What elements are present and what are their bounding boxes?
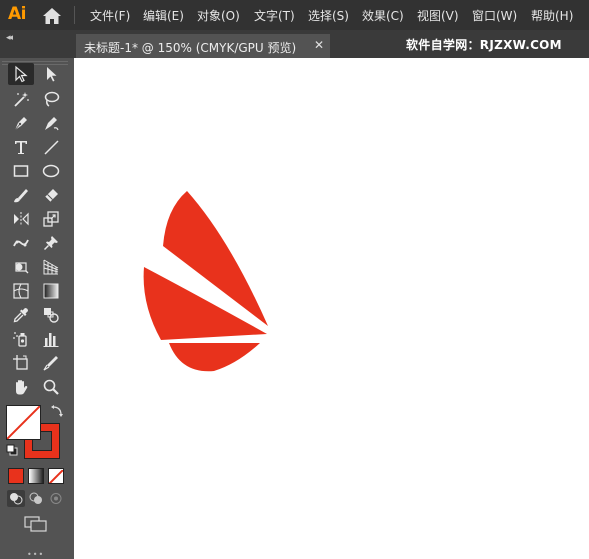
draw-inside-button[interactable] <box>47 490 65 507</box>
artboard-tool-icon[interactable] <box>8 352 34 374</box>
curvature-tool-icon[interactable] <box>38 112 64 134</box>
lasso-tool-icon[interactable] <box>38 88 64 110</box>
menu-select[interactable]: 选择(S) <box>308 7 349 24</box>
mesh-tool-icon[interactable] <box>8 280 34 302</box>
blend-tool-icon[interactable] <box>38 304 64 326</box>
app-logo: Ai <box>8 4 26 24</box>
close-tab-icon[interactable]: ✕ <box>314 38 324 52</box>
color-mode-button[interactable] <box>8 468 24 484</box>
selection-tool-icon[interactable] <box>8 63 34 85</box>
reflect-tool-icon[interactable] <box>8 208 34 230</box>
perspective-grid-tool-icon[interactable] <box>38 256 64 278</box>
pin-tool-icon[interactable] <box>38 232 64 254</box>
symbol-sprayer-tool-icon[interactable] <box>8 328 34 350</box>
menu-help[interactable]: 帮助(H) <box>531 7 573 24</box>
eyedropper-tool-icon[interactable] <box>8 304 34 326</box>
collapse-panel-icon[interactable]: ◂◂ <box>6 33 13 43</box>
free-transform-tool-icon[interactable] <box>8 256 34 278</box>
direct-selection-tool-icon[interactable] <box>38 63 64 85</box>
artboard-canvas[interactable] <box>74 58 589 559</box>
swap-fill-stroke-icon[interactable] <box>50 404 64 418</box>
draw-behind-icon <box>29 492 42 504</box>
gradient-tool-icon[interactable] <box>38 280 64 302</box>
none-mode-button[interactable] <box>48 468 64 484</box>
menu-separator <box>74 6 75 24</box>
scale-tool-icon[interactable] <box>38 208 64 230</box>
menu-window[interactable]: 窗口(W) <box>472 7 517 24</box>
home-icon[interactable] <box>42 7 62 25</box>
artwork-petal-bottom <box>169 343 260 372</box>
document-tab-bar: ◂◂ 未标题-1* @ 150% (CMYK/GPU 预览) ✕ 软件自学网：R… <box>0 30 589 58</box>
column-graph-tool-icon[interactable] <box>38 328 64 350</box>
puppet-warp-tool-icon[interactable] <box>8 232 34 254</box>
draw-behind-button[interactable] <box>27 490 45 507</box>
menu-object[interactable]: 对象(O) <box>197 7 240 24</box>
screen-mode-icon[interactable] <box>24 516 48 532</box>
menu-type[interactable]: 文字(T) <box>254 7 295 24</box>
line-segment-tool-icon[interactable] <box>38 136 64 158</box>
toolbar-more-icon[interactable]: ••• <box>27 550 44 559</box>
eraser-tool-icon[interactable] <box>38 184 64 206</box>
draw-inside-icon <box>50 493 62 504</box>
menu-file[interactable]: 文件(F) <box>90 7 130 24</box>
zoom-tool-icon[interactable] <box>38 376 64 398</box>
magic-wand-tool-icon[interactable] <box>8 88 34 110</box>
menu-edit[interactable]: 编辑(E) <box>143 7 184 24</box>
document-tab[interactable]: 未标题-1* @ 150% (CMYK/GPU 预览) ✕ <box>76 34 330 58</box>
watermark-text: 软件自学网：RJZXW.COM <box>406 38 562 52</box>
hand-tool-icon[interactable] <box>8 376 34 398</box>
fill-swatch[interactable] <box>6 405 41 440</box>
menu-effect[interactable]: 效果(C) <box>362 7 404 24</box>
menu-bar: Ai 文件(F) 编辑(E) 对象(O) 文字(T) 选择(S) 效果(C) 视… <box>0 0 589 30</box>
draw-normal-button[interactable] <box>7 490 25 507</box>
artwork-logo-shapes[interactable] <box>74 58 589 559</box>
none-fill-icon <box>7 406 40 439</box>
default-fill-stroke-icon[interactable] <box>6 444 18 456</box>
pen-tool-icon[interactable] <box>8 112 34 134</box>
ellipse-tool-icon[interactable] <box>38 160 64 182</box>
slice-tool-icon[interactable] <box>38 352 64 374</box>
drawing-modes <box>6 490 66 508</box>
document-tab-title: 未标题-1* @ 150% (CMYK/GPU 预览) <box>84 41 297 55</box>
rectangle-tool-icon[interactable] <box>8 160 34 182</box>
draw-normal-icon <box>10 493 23 505</box>
tools-panel: ••• <box>0 58 72 559</box>
type-tool-icon[interactable] <box>8 136 34 158</box>
gradient-mode-button[interactable] <box>28 468 44 484</box>
paintbrush-tool-icon[interactable] <box>8 184 34 206</box>
menu-view[interactable]: 视图(V) <box>417 7 459 24</box>
